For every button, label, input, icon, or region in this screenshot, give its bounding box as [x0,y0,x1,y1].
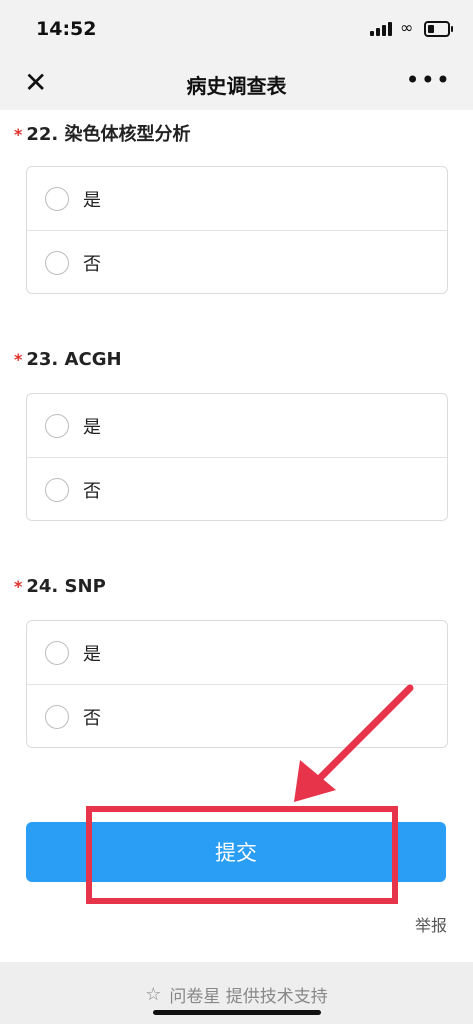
report-link[interactable]: 举报 [415,912,447,936]
star-icon: ☆ [145,984,162,1005]
footer-text: 问卷星 提供技术支持 [169,987,328,1007]
home-indicator [153,1010,321,1015]
annotation-arrow-icon [294,684,414,802]
